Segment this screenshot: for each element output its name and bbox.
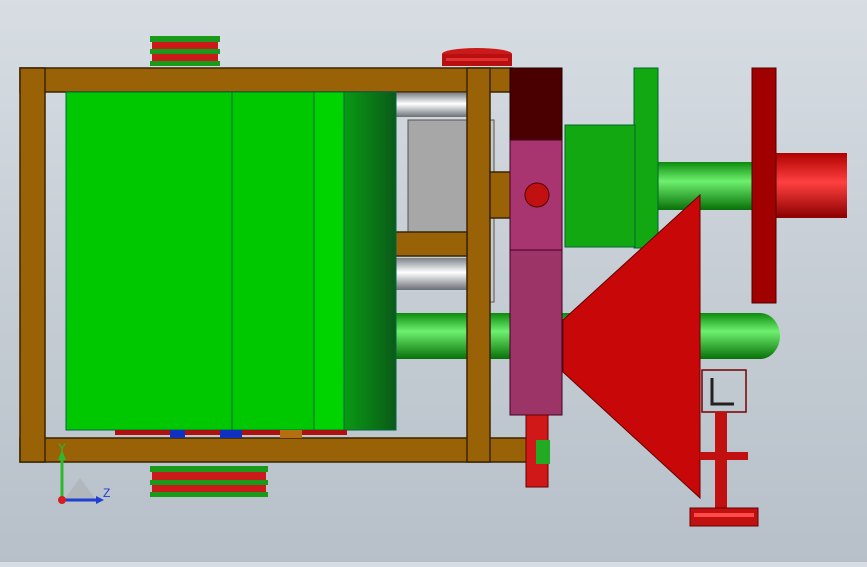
pulley-top-middle [442, 48, 512, 66]
handwheel [751, 67, 777, 304]
drum [65, 91, 397, 431]
green-plate [633, 67, 659, 249]
triad-y-label: Y [58, 441, 67, 455]
pulley-top-left [150, 36, 220, 66]
pulley-bottom-left [150, 466, 268, 497]
cad-viewport[interactable]: Y Z [0, 0, 867, 562]
pink-housing [509, 67, 563, 416]
pivot-pin [524, 182, 550, 208]
green-box [564, 124, 636, 248]
triad-z-label: Z [103, 486, 111, 500]
gray-block [407, 119, 471, 233]
model-render [19, 36, 847, 527]
steel-rod-upper [390, 93, 470, 117]
green-shaft-upper [656, 162, 758, 210]
steel-rod-lower [390, 258, 470, 290]
